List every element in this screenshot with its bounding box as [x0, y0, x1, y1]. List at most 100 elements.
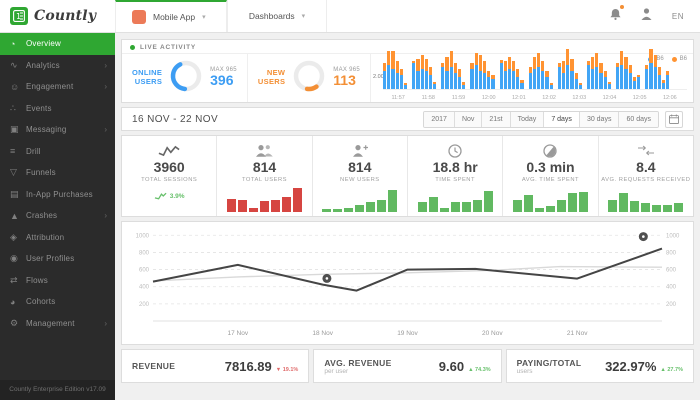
- filter-lines-icon: ≡: [10, 146, 26, 156]
- trend-up-icon: [154, 192, 167, 200]
- stacked-bar: [637, 75, 640, 89]
- sidebar-item-engagement[interactable]: ☺Engagement›: [0, 76, 115, 98]
- kpi-card-avg-requests-received[interactable]: 8.4AVG. REQUESTS RECEIVED: [599, 136, 693, 216]
- x-axis-tick: 12:00: [474, 95, 504, 101]
- sidebar-item-cohorts[interactable]: ◕Cohorts: [0, 291, 115, 313]
- stacked-bar: [391, 51, 394, 89]
- stat-paying-total: PAYING/TOTALusers322.97%▲ 27.7%: [506, 349, 694, 383]
- stacked-bar: [533, 57, 536, 89]
- app-icon: [132, 10, 146, 24]
- stat-sublabel: users: [517, 368, 582, 375]
- calendar-button[interactable]: [665, 111, 683, 128]
- dashboards-menu[interactable]: Dashboards ▾: [227, 0, 327, 32]
- kpi-card-new-users[interactable]: 814NEW USERS: [313, 136, 408, 216]
- svg-text:1000: 1000: [666, 233, 680, 239]
- new-users-label: NEWUSERS: [258, 69, 285, 86]
- date-button-30-days[interactable]: 30 days: [580, 112, 620, 127]
- app-selector[interactable]: Mobile App ▾: [115, 0, 227, 32]
- date-button-2017[interactable]: 2017: [424, 112, 455, 127]
- sidebar-item-user-profiles[interactable]: ◉User Profiles: [0, 248, 115, 270]
- stacked-bar: [541, 61, 544, 89]
- sidebar-item-funnels[interactable]: ▽Funnels: [0, 162, 115, 184]
- stacked-bar: [550, 83, 553, 89]
- x-axis-tick: 12:01: [504, 95, 534, 101]
- x-axis-tick: 12:04: [594, 95, 624, 101]
- sidebar: ◔Overview∿Analytics›☺Engagement›∴Events▣…: [0, 33, 115, 400]
- user-plus-icon: [350, 143, 369, 158]
- language-selector[interactable]: EN: [672, 12, 684, 21]
- legend-swatch-icon: [672, 57, 677, 62]
- stacked-bar: [458, 69, 461, 89]
- chevron-right-icon: ›: [104, 319, 107, 328]
- date-button-7-days[interactable]: 7 days: [544, 112, 580, 127]
- live-activity-chart[interactable]: 2.00 B6B6 11:5711:5811:5912:0012:0112:02…: [371, 54, 693, 102]
- stacked-bar: [529, 67, 532, 89]
- sidebar-item-analytics[interactable]: ∿Analytics›: [0, 55, 115, 77]
- live-chart-bars: [383, 66, 687, 90]
- sidebar-item-attribution[interactable]: ◈Attribution: [0, 227, 115, 249]
- kpi-value: 814: [348, 160, 371, 175]
- app-selector-label: Mobile App: [153, 12, 195, 22]
- date-button-21st[interactable]: 21st: [482, 112, 510, 127]
- bar-group: [558, 49, 582, 89]
- stacked-bar: [500, 60, 503, 89]
- bar-group: [500, 57, 524, 89]
- notifications-bell-icon[interactable]: [610, 7, 621, 25]
- kpi-card-total-sessions[interactable]: 3960TOTAL SESSIONS3.9%: [122, 136, 217, 216]
- stacked-bar: [545, 71, 548, 89]
- kpi-card-row: 3960TOTAL SESSIONS3.9%814TOTAL USERS814N…: [121, 135, 694, 217]
- stacked-bar: [566, 49, 569, 89]
- svg-text:20 Nov: 20 Nov: [482, 330, 503, 337]
- sidebar-item-overview[interactable]: ◔Overview: [0, 33, 115, 55]
- bar-group: [470, 53, 494, 89]
- kpi-trend: 3.9%: [154, 192, 185, 200]
- x-axis-tick: 11:58: [413, 95, 443, 101]
- stacked-bar: [383, 63, 386, 89]
- svg-text:200: 200: [139, 302, 150, 308]
- date-button-60-days[interactable]: 60 days: [619, 112, 658, 127]
- sidebar-item-messaging[interactable]: ▣Messaging›: [0, 119, 115, 141]
- kpi-value: 3960: [154, 160, 185, 175]
- stacked-bar: [429, 67, 432, 89]
- bar-group: [616, 51, 640, 89]
- stacked-bar: [649, 49, 652, 89]
- svg-text:800: 800: [139, 250, 150, 256]
- stacked-bar: [479, 55, 482, 89]
- stat-avg-revenue: AVG. REVENUEper user9.60▲ 74.3%: [313, 349, 501, 383]
- chevron-right-icon: ›: [104, 82, 107, 91]
- svg-text:800: 800: [666, 250, 677, 256]
- sidebar-item-label: Flows: [26, 276, 107, 285]
- sidebar-item-in-app-purchases[interactable]: ▤In-App Purchases: [0, 184, 115, 206]
- kpi-card-total-users[interactable]: 814TOTAL USERS: [217, 136, 312, 216]
- new-users-donut: [292, 59, 326, 98]
- kpi-mini-bar-chart: [418, 188, 493, 212]
- stat-trend: ▲ 27.7%: [660, 367, 683, 373]
- stat-trend: ▲ 74.3%: [468, 367, 491, 373]
- stacked-bar: [433, 82, 436, 89]
- sidebar-item-management[interactable]: ⚙Management›: [0, 313, 115, 335]
- stat-label: PAYING/TOTAL: [517, 358, 582, 368]
- svg-text:17 Nov: 17 Nov: [228, 330, 249, 337]
- date-button-nov[interactable]: Nov: [455, 112, 482, 127]
- sidebar-item-drill[interactable]: ≡Drill: [0, 141, 115, 163]
- x-axis-tick: 12:02: [534, 95, 564, 101]
- sidebar-item-flows[interactable]: ⇄Flows: [0, 270, 115, 292]
- sidebar-item-events[interactable]: ∴Events: [0, 98, 115, 120]
- stacked-bar: [441, 63, 444, 89]
- date-button-today[interactable]: Today: [511, 112, 545, 127]
- kpi-card-time-spent[interactable]: 18.8 hrTIME SPENT: [408, 136, 503, 216]
- sessions-line-chart[interactable]: 2002004004006006008008001000100017 Nov18…: [121, 221, 694, 345]
- user-account-icon[interactable]: [641, 7, 652, 25]
- chevron-right-icon: ›: [104, 211, 107, 220]
- stacked-bar: [658, 67, 661, 89]
- kpi-value: 8.4: [636, 160, 655, 175]
- logo-text: Countly: [34, 8, 96, 24]
- sidebar-item-crashes[interactable]: ▲Crashes›: [0, 205, 115, 227]
- kpi-card-avg-time-spent[interactable]: 0.3 minAVG. TIME SPENT: [503, 136, 598, 216]
- date-range-bar: 16 NOV - 22 NOV 2017Nov21stToday7 days30…: [121, 107, 694, 131]
- stacked-bar: [591, 57, 594, 89]
- stacked-bar: [425, 59, 428, 89]
- svg-text:19 Nov: 19 Nov: [397, 330, 418, 337]
- chevron-right-icon: ›: [104, 61, 107, 70]
- stacked-bar: [579, 83, 582, 89]
